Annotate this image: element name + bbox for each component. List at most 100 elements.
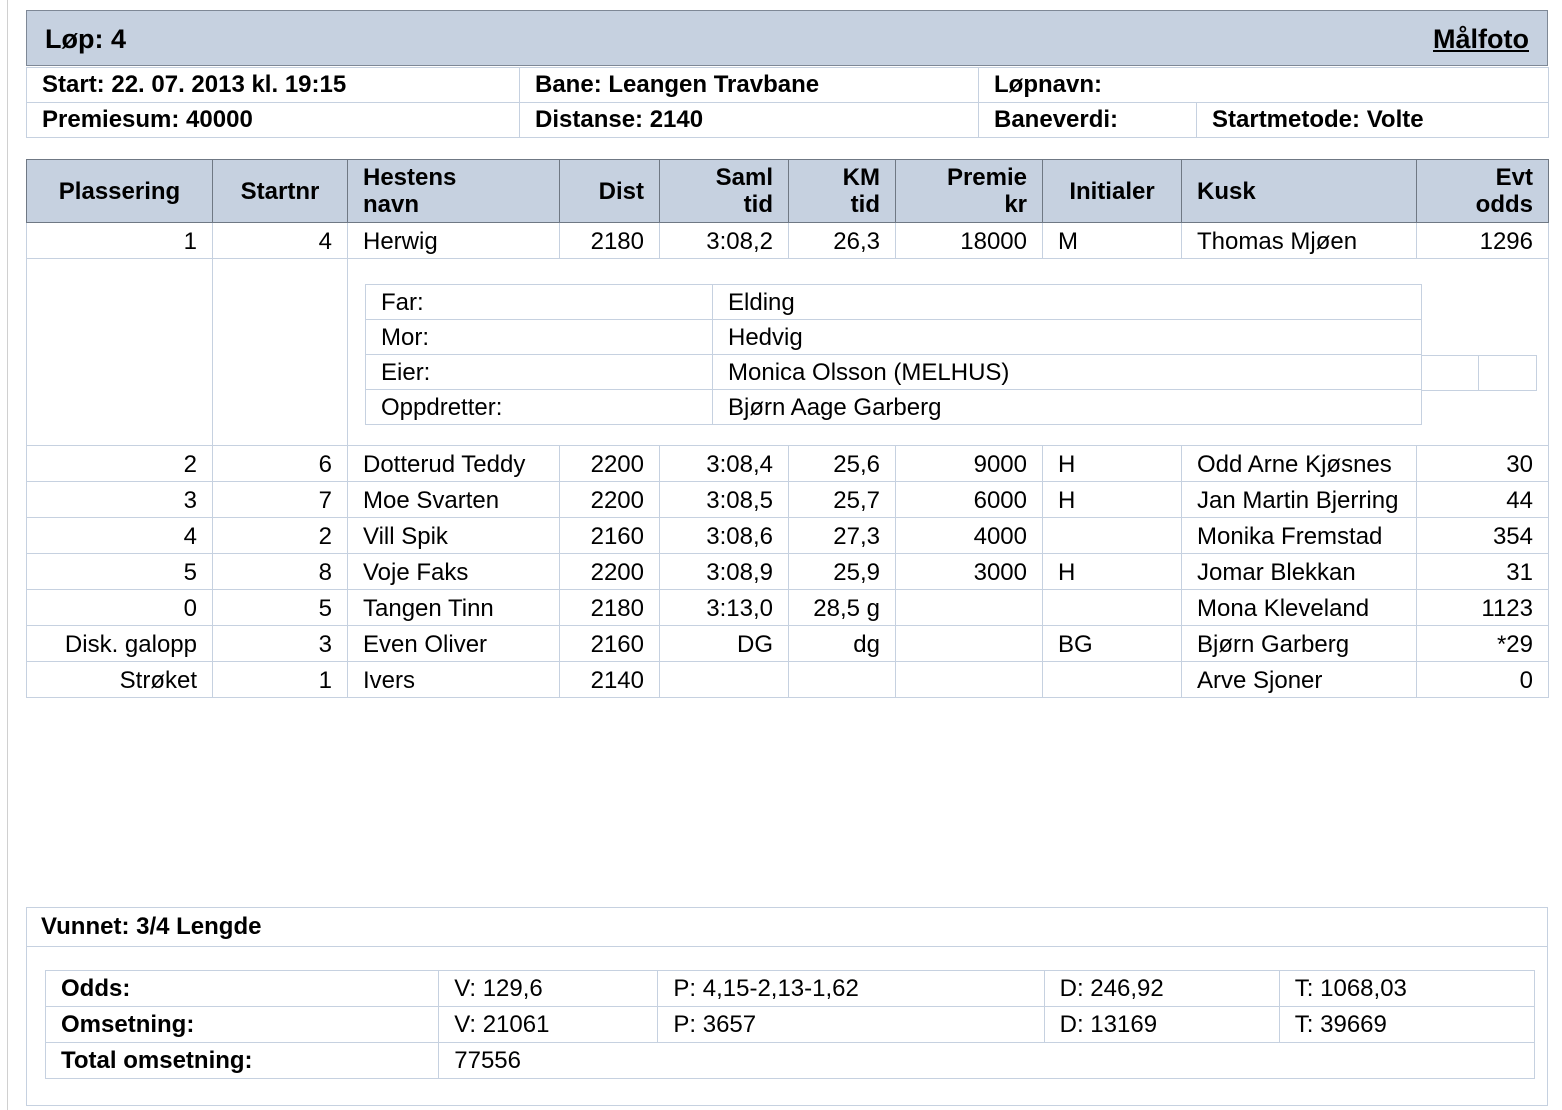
driver: Odd Arne Kjøsnes (1181, 445, 1417, 482)
odds-p: P: 4,15-2,13-1,62 (657, 970, 1045, 1007)
detail-spacer (26, 258, 213, 446)
odds: 30 (1416, 445, 1549, 482)
distance: 2180 (559, 222, 660, 259)
prize: 6000 (895, 481, 1043, 518)
distance: 2200 (559, 445, 660, 482)
driver: Jomar Blekkan (1181, 553, 1417, 590)
distance: 2180 (559, 589, 660, 626)
total-time: DG (659, 625, 789, 662)
distance: 2160 (559, 517, 660, 554)
total-time: 3:08,4 (659, 445, 789, 482)
photo-finish-link[interactable]: Målfoto (1433, 24, 1529, 55)
col-horse-name: Hestens navn (347, 159, 560, 223)
turnover-d: D: 13169 (1043, 1006, 1280, 1043)
result-row[interactable]: Strøket 1 Ivers 2140 Arve Sjoner 0 (26, 661, 1549, 698)
driver: Bjørn Garberg (1181, 625, 1417, 662)
track-value: Baneverdi: (978, 102, 1197, 138)
driver: Thomas Mjøen (1181, 222, 1417, 259)
col-start-no: Startnr (212, 159, 348, 223)
placement: 0 (26, 589, 213, 626)
total-time: 3:08,6 (659, 517, 789, 554)
result-row[interactable]: 3 7 Moe Svarten 2200 3:08,5 25,7 6000 H … (26, 481, 1549, 518)
start-time: Start: 22. 07. 2013 kl. 19:15 (26, 67, 520, 103)
driver: Jan Martin Bjerring (1181, 481, 1417, 518)
horse-name[interactable]: Dotterud Teddy (347, 445, 560, 482)
total-turnover-label: Total omsetning: (44, 1042, 440, 1079)
total-turnover-value: 77556 (438, 1042, 1535, 1079)
driver: Arve Sjoner (1181, 661, 1417, 698)
initials (1042, 517, 1182, 554)
horse-detail-row: Far: Elding Mor: Hedvig Eier: Monica Ols… (26, 258, 1549, 446)
results-header-row: Plassering Startnr Hestens navn Dist Saml… (26, 159, 1549, 223)
start-number: 2 (212, 517, 348, 554)
start-number: 7 (212, 481, 348, 518)
horse-name[interactable]: Voje Faks (347, 553, 560, 590)
prize: 9000 (895, 445, 1043, 482)
horse-name[interactable]: Herwig (347, 222, 560, 259)
odds-turnover-table: Odds: V: 129,6 P: 4,15-2,13-1,62 D: 246,… (44, 970, 1536, 1079)
prize: 18000 (895, 222, 1043, 259)
turnover-v: V: 21061 (438, 1006, 659, 1043)
placement: 4 (26, 517, 213, 554)
odds: 0 (1416, 661, 1549, 698)
start-number: 5 (212, 589, 348, 626)
prize-sum: Premiesum: 40000 (26, 102, 520, 138)
horse-name[interactable]: Tangen Tinn (347, 589, 560, 626)
result-row[interactable]: 5 8 Voje Faks 2200 3:08,9 25,9 3000 H Jo… (26, 553, 1549, 590)
result-row[interactable]: 4 2 Vill Spik 2160 3:08,6 27,3 4000 Moni… (26, 517, 1549, 554)
total-time: 3:08,2 (659, 222, 789, 259)
km-time: 25,9 (788, 553, 896, 590)
km-time: 25,6 (788, 445, 896, 482)
result-row[interactable]: 0 5 Tangen Tinn 2180 3:13,0 28,5 g Mona … (26, 589, 1549, 626)
horse-name[interactable]: Vill Spik (347, 517, 560, 554)
km-time: 25,7 (788, 481, 896, 518)
initials (1042, 589, 1182, 626)
placement: Disk. galopp (26, 625, 213, 662)
placement: 3 (26, 481, 213, 518)
turnover-p: P: 3657 (657, 1006, 1045, 1043)
pedigree-table: Far: Elding Mor: Hedvig Eier: Monica Ols… (365, 284, 1422, 425)
turnover-label: Omsetning: (44, 1006, 440, 1043)
prize: 3000 (895, 553, 1043, 590)
breeder-label: Oppdretter: (365, 389, 713, 425)
distance: 2200 (559, 553, 660, 590)
km-time: dg (788, 625, 896, 662)
owner-value: Monica Olsson (MELHUS) (712, 354, 1422, 390)
result-row[interactable]: 1 4 Herwig 2180 3:08,2 26,3 18000 M Thom… (26, 222, 1549, 259)
prize (895, 661, 1043, 698)
total-time: 3:08,9 (659, 553, 789, 590)
odds-label: Odds: (44, 970, 440, 1007)
km-time: 27,3 (788, 517, 896, 554)
placement: 5 (26, 553, 213, 590)
horse-name[interactable]: Even Oliver (347, 625, 560, 662)
odds: *29 (1416, 625, 1549, 662)
result-row[interactable]: Disk. galopp 3 Even Oliver 2160 DG dg BG… (26, 625, 1549, 662)
results-table: Plassering Startnr Hestens navn Dist Saml… (26, 159, 1549, 698)
horse-name[interactable]: Moe Svarten (347, 481, 560, 518)
summary-divider (27, 946, 1547, 947)
odds: 44 (1416, 481, 1549, 518)
col-total-time: Saml tid (659, 159, 789, 223)
owner-label: Eier: (365, 354, 713, 390)
distance: 2140 (559, 661, 660, 698)
horse-name[interactable]: Ivers (347, 661, 560, 698)
col-initials: Initialer (1042, 159, 1182, 223)
sire-label: Far: (365, 284, 713, 320)
pedigree-cell: Far: Elding Mor: Hedvig Eier: Monica Ols… (347, 258, 1549, 446)
placement: Strøket (26, 661, 213, 698)
race-name: Løpnavn: (978, 67, 1549, 103)
total-time: 3:08,5 (659, 481, 789, 518)
driver: Mona Kleveland (1181, 589, 1417, 626)
odds-v: V: 129,6 (438, 970, 659, 1007)
initials: BG (1042, 625, 1182, 662)
col-driver: Kusk (1181, 159, 1417, 223)
col-km-time: KM tid (788, 159, 896, 223)
initials: H (1042, 553, 1182, 590)
distance: 2160 (559, 625, 660, 662)
result-row[interactable]: 2 6 Dotterud Teddy 2200 3:08,4 25,6 9000… (26, 445, 1549, 482)
col-odds: Evt odds (1416, 159, 1549, 223)
col-dist: Dist (559, 159, 660, 223)
odds: 1123 (1416, 589, 1549, 626)
odds: 31 (1416, 553, 1549, 590)
initials: M (1042, 222, 1182, 259)
